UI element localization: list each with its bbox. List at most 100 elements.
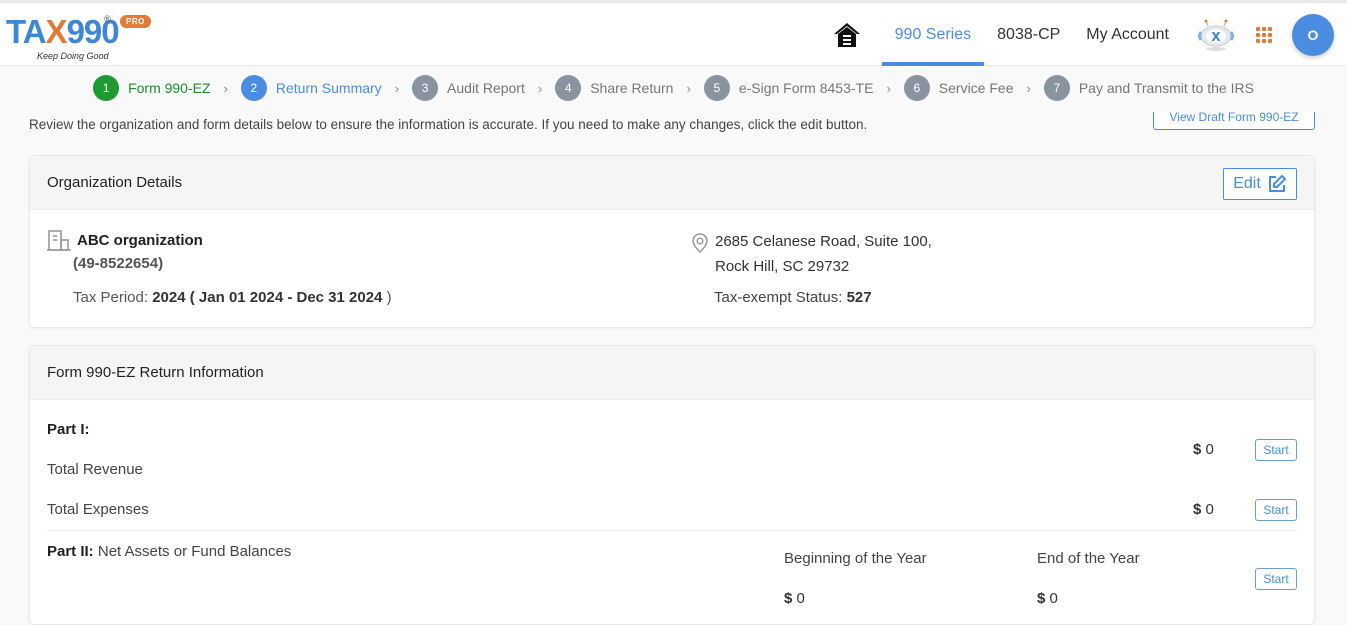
- amount-value: 0: [796, 590, 805, 607]
- chevron-right-icon: ›: [394, 80, 400, 96]
- step-number: 3: [412, 75, 439, 101]
- main-nav: 990 Series 8038-CP My Account X O: [832, 3, 1347, 66]
- svg-text:X: X: [1211, 30, 1221, 44]
- total-revenue-label: Total Revenue: [47, 461, 143, 478]
- step-number: 6: [903, 75, 930, 101]
- total-expenses-amount: $ 0: [1193, 501, 1214, 518]
- beginning-of-year-label: Beginning of the Year: [784, 550, 927, 567]
- currency-symbol: $: [1037, 590, 1046, 607]
- intro-text: Review the organization and form details…: [29, 117, 868, 132]
- step-label: Pay and Transmit to the IRS: [1078, 80, 1254, 96]
- step-number: 1: [93, 75, 120, 101]
- step-share-return[interactable]: 4 Share Return: [555, 75, 673, 101]
- currency-symbol: $: [1193, 501, 1202, 518]
- user-avatar[interactable]: O: [1292, 13, 1334, 56]
- tax-period: Tax Period: 2024 ( Jan 01 2024 - Dec 31 …: [73, 289, 392, 306]
- location-pin-icon: [692, 233, 708, 253]
- total-expenses-start-button[interactable]: Start: [1255, 499, 1297, 521]
- view-draft-button[interactable]: View Draft Form 990-EZ: [1153, 112, 1315, 130]
- address-lines: 2685 Celanese Road, Suite 100, Rock Hill…: [715, 229, 932, 279]
- card-title: Organization Details: [47, 174, 183, 191]
- logo-text-ta: TA: [6, 13, 47, 50]
- home-button[interactable]: [832, 20, 862, 50]
- edit-label: Edit: [1233, 175, 1261, 192]
- organization-name-text: ABC organization: [77, 231, 203, 249]
- grid-dot: [1262, 38, 1266, 43]
- grid-dot: [1268, 38, 1272, 43]
- grid-dot: [1256, 32, 1260, 37]
- tax990-logo[interactable]: TAX990 ® PRO Keep Doing Good: [6, 11, 166, 63]
- building-icon: [47, 230, 71, 251]
- card-title: Form 990-EZ Return Information: [47, 364, 264, 381]
- address-line-2: Rock Hill, SC 29732: [715, 258, 850, 275]
- tax-exempt-status: Tax-exempt Status: 527: [714, 289, 872, 306]
- pro-badge: PRO: [120, 15, 151, 28]
- part-2-title: Net Assets or Fund Balances: [97, 543, 292, 560]
- grid-dot: [1268, 32, 1272, 37]
- step-label: Share Return: [590, 80, 674, 96]
- logo-wordmark: TAX990: [6, 13, 120, 51]
- top-navigation-bar: TAX990 ® PRO Keep Doing Good 990 Series …: [0, 0, 1347, 66]
- edit-button[interactable]: Edit: [1223, 168, 1297, 200]
- currency-symbol: $: [1193, 441, 1202, 458]
- assistant-bot-button[interactable]: X: [1194, 13, 1238, 57]
- organization-address: 2685 Celanese Road, Suite 100, Rock Hill…: [691, 229, 932, 279]
- step-number: 5: [703, 75, 730, 101]
- chevron-right-icon: ›: [686, 80, 691, 96]
- step-service-fee[interactable]: 6 Service Fee: [903, 75, 1014, 101]
- apps-grid-button[interactable]: [1254, 25, 1274, 45]
- edit-icon: [1268, 175, 1286, 192]
- status-value: 527: [846, 289, 872, 306]
- step-label: Service Fee: [938, 80, 1014, 96]
- step-form-990-ez[interactable]: 1 Form 990-EZ: [93, 75, 211, 101]
- total-revenue-amount: $ 0: [1193, 441, 1214, 458]
- beginning-of-year-amount: $ 0: [784, 590, 805, 607]
- nav-990-series[interactable]: 990 Series: [881, 3, 985, 66]
- step-audit-report[interactable]: 3 Audit Report: [412, 75, 525, 101]
- assistant-bot-icon: X: [1198, 19, 1234, 51]
- nav-my-account[interactable]: My Account: [1073, 3, 1182, 66]
- step-return-summary[interactable]: 2 Return Summary: [240, 75, 382, 101]
- net-assets-start-button[interactable]: Start: [1255, 568, 1297, 590]
- organization-ein: (49-8522654): [73, 255, 164, 272]
- step-number: 2: [240, 75, 267, 101]
- step-number: 4: [555, 75, 582, 101]
- chevron-right-icon: ›: [223, 80, 228, 96]
- apps-grid-icon: [1256, 26, 1260, 31]
- organization-name: ABC organization: [47, 229, 203, 251]
- step-number: 7: [1043, 75, 1070, 101]
- end-of-year-amount: $ 0: [1037, 590, 1058, 607]
- tax-period-range: ( Jan 01 2024 - Dec 31 2024: [189, 289, 383, 306]
- tax-period-year: 2024: [152, 289, 186, 306]
- grid-dot: [1262, 32, 1266, 37]
- step-label: Form 990-EZ: [128, 80, 211, 96]
- step-pay-and-transmit[interactable]: 7 Pay and Transmit to the IRS: [1043, 75, 1254, 101]
- return-information-card: Form 990-EZ Return Information Part I: T…: [29, 345, 1315, 625]
- part-1-heading: Part I:: [47, 421, 90, 438]
- chevron-right-icon: ›: [1026, 80, 1031, 96]
- total-revenue-start-button[interactable]: Start: [1255, 439, 1297, 461]
- home-icon: [833, 22, 860, 47]
- chevron-right-icon: ›: [537, 80, 543, 96]
- card-header: Form 990-EZ Return Information: [30, 346, 1314, 400]
- logo-tagline: Keep Doing Good: [37, 51, 109, 61]
- step-esign-form-8453-te[interactable]: 5 e-Sign Form 8453-TE: [703, 75, 874, 101]
- nav-8038-cp[interactable]: 8038-CP: [984, 3, 1073, 66]
- card-header: Organization Details Edit: [30, 156, 1314, 210]
- tax-period-close: ): [386, 289, 392, 306]
- chevron-right-icon: ›: [886, 80, 891, 96]
- address-line-1: 2685 Celanese Road, Suite 100,: [715, 233, 932, 250]
- step-label: Audit Report: [447, 80, 525, 96]
- end-of-year-label: End of the Year: [1037, 550, 1140, 567]
- logo-text-x: X: [45, 13, 68, 50]
- grid-dot: [1268, 26, 1272, 31]
- grid-dot: [1256, 38, 1260, 43]
- progress-stepper: 1 Form 990-EZ › 2 Return Summary › 3 Aud…: [0, 70, 1347, 106]
- organization-details-card: Organization Details Edit ABC organizati…: [29, 155, 1315, 328]
- step-label: e-Sign Form 8453-TE: [738, 80, 874, 96]
- registered-mark: ®: [104, 14, 111, 24]
- grid-dot: [1262, 26, 1266, 31]
- tax-period-label: Tax Period:: [73, 289, 149, 306]
- amount-value: 0: [1205, 441, 1214, 458]
- section-divider: [47, 530, 1297, 531]
